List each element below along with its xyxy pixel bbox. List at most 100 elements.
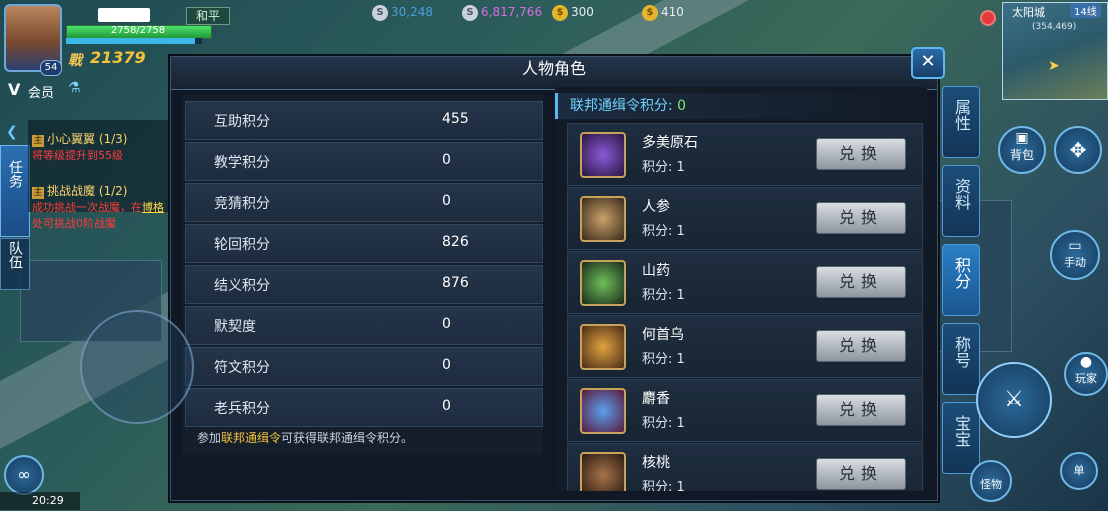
silver-coin-icon: S (372, 4, 388, 21)
hp-text: 2758/2758 (110, 25, 166, 36)
stat-name: 结义积分 (214, 278, 270, 294)
exchange-item: 核桃 积分: 1 兑换 (567, 443, 923, 491)
ingot-currency: $410 (642, 2, 684, 22)
silver-currency: S 30,248 (372, 2, 433, 22)
hint-event-name: 联邦通缉令 (221, 431, 282, 445)
tab-profile[interactable]: 资料 (942, 165, 980, 237)
player-button[interactable]: ● 玩家 (1064, 352, 1108, 396)
minimap-coords: (354,469) (1032, 22, 1077, 32)
monster-button[interactable]: 怪物 (970, 460, 1012, 502)
yam-vine-icon (580, 260, 626, 306)
single-target-button[interactable]: 单 (1060, 452, 1098, 490)
stat-value: 826 (442, 234, 469, 250)
auto-toggle-button[interactable]: ▭ 手动 (1050, 230, 1100, 280)
quest-panel: 主小心翼翼 (1/3) 将等级提升到55级 主挑战战魔 (1/2) 成功挑战一次… (28, 120, 170, 230)
auto-toggle-label: 手动 (1064, 256, 1086, 269)
close-button[interactable]: ✕ (911, 47, 945, 79)
main-quest-tag: 主 (32, 135, 44, 147)
tab-titles[interactable]: 称号 (942, 323, 980, 395)
ginseng-icon (580, 196, 626, 242)
tab-quests[interactable]: 任务 (0, 145, 30, 237)
item-name: 人参 (642, 199, 670, 215)
team-tab-label: 队伍 (7, 241, 23, 269)
item-cost: 积分: 1 (642, 224, 685, 239)
stat-name: 轮回积分 (214, 237, 270, 253)
player-label: 玩家 (1075, 372, 1097, 385)
gold-coin-icon: $ (552, 4, 568, 21)
tab-pets[interactable]: 宝宝 (942, 402, 980, 474)
quest-desc-part: 成功挑战一次战魔，在 (32, 201, 142, 214)
stat-name: 互助积分 (214, 114, 270, 130)
score-list[interactable]: 互助积分 455 教学积分 0 竞猜积分 0 轮回积分 826 结义积分 876 默契度 0… (183, 95, 543, 455)
stat-value: 0 (442, 152, 451, 168)
stat-row: 老兵积分 0 (185, 388, 543, 427)
exchange-pane: 联邦通缉令积分: 0 多美原石 积分: 1 兑换 人参 积分: 1 兑换 山药 … (555, 87, 927, 491)
quest-title: 挑战战魔 (1/2) (47, 184, 128, 198)
record-icon[interactable] (980, 10, 996, 26)
stat-value: 455 (442, 111, 469, 127)
item-cost: 积分: 1 (642, 352, 685, 367)
quest-item[interactable]: 主挑战战魔 (1/2) 成功挑战一次战魔，在博格处可挑战0阶战魔 (32, 180, 168, 231)
item-cost: 积分: 1 (642, 288, 685, 303)
exchange-item: 人参 积分: 1 兑换 (567, 187, 923, 250)
exchange-button[interactable]: 兑换 (816, 202, 906, 234)
power-value: 21379 (90, 48, 146, 67)
exchange-button[interactable]: 兑换 (816, 330, 906, 362)
ingot-value: 410 (661, 5, 684, 19)
movement-joystick[interactable] (80, 310, 194, 424)
hint-prefix: 参加 (197, 431, 222, 445)
exchange-button[interactable]: 兑换 (816, 138, 906, 170)
tab-points[interactable]: 积分 (942, 244, 980, 316)
minimap-city: 太阳城 (1012, 6, 1045, 19)
vip-label[interactable]: 会员 (28, 82, 54, 101)
mount-icon[interactable]: ∞ (4, 455, 44, 495)
mp-fill (66, 38, 196, 44)
purple-gem-icon (580, 132, 626, 178)
potion-icon[interactable]: ⚗ (68, 80, 81, 96)
line-badge[interactable]: 14线 (1070, 3, 1101, 18)
quest-title: 小心翼翼 (1/3) (47, 132, 128, 146)
gold-ingot-icon: $ (642, 4, 658, 21)
hint-suffix: 可获得联邦通缉令积分。 (281, 431, 414, 445)
item-name: 多美原石 (642, 135, 698, 151)
score-hint: 参加联邦通缉令可获得联邦通缉令积分。 (197, 429, 413, 446)
player-name (98, 8, 150, 22)
stat-name: 默契度 (214, 319, 256, 335)
stat-name: 竞猜积分 (214, 196, 270, 212)
camp-badge[interactable]: 和平 (186, 7, 230, 25)
attack-button[interactable]: ⚔ (976, 362, 1052, 438)
bound-currency: S 6,817,766 (462, 2, 542, 22)
stat-row: 默契度 0 (185, 306, 543, 345)
exchange-button[interactable]: 兑换 (816, 394, 906, 426)
tab-profile-label: 资料 (952, 178, 971, 210)
dpad-icon[interactable]: ✥ (1054, 126, 1102, 174)
quest-npc-link[interactable]: 博格 (142, 201, 164, 214)
exchange-item: 麝香 积分: 1 兑换 (567, 379, 923, 442)
bound-value: 6,817,766 (481, 5, 543, 19)
quest-item[interactable]: 主小心翼翼 (1/3) 将等级提升到55级 (32, 128, 128, 163)
bag-button[interactable]: ▣ 背包 (998, 126, 1046, 174)
player-level: 54 (40, 60, 62, 76)
stat-row: 符文积分 0 (185, 347, 543, 386)
stat-value: 0 (442, 316, 451, 332)
vip-icon[interactable]: V (8, 80, 20, 99)
tab-titles-label: 称号 (952, 336, 971, 368)
collapse-arrow-icon[interactable]: ❮ (6, 124, 18, 140)
item-name: 核桃 (642, 455, 670, 471)
exchange-button[interactable]: 兑换 (816, 266, 906, 298)
monster-label: 怪物 (980, 478, 1002, 491)
stat-value: 0 (442, 357, 451, 373)
tab-team[interactable]: 队伍 (0, 238, 30, 290)
item-cost: 积分: 1 (642, 416, 685, 431)
exchange-button[interactable]: 兑换 (816, 458, 906, 490)
dialog-title: 人物角色 (521, 59, 586, 78)
item-name: 麝香 (642, 391, 670, 407)
stat-name: 教学积分 (214, 155, 270, 171)
gold-value: 300 (571, 5, 594, 19)
tab-attributes[interactable]: 属性 (942, 86, 980, 158)
exchange-item: 山药 积分: 1 兑换 (567, 251, 923, 314)
stat-value: 0 (442, 193, 451, 209)
clock: 20:29 (32, 494, 64, 507)
stat-name: 老兵积分 (214, 401, 270, 417)
item-cost: 积分: 1 (642, 480, 685, 491)
